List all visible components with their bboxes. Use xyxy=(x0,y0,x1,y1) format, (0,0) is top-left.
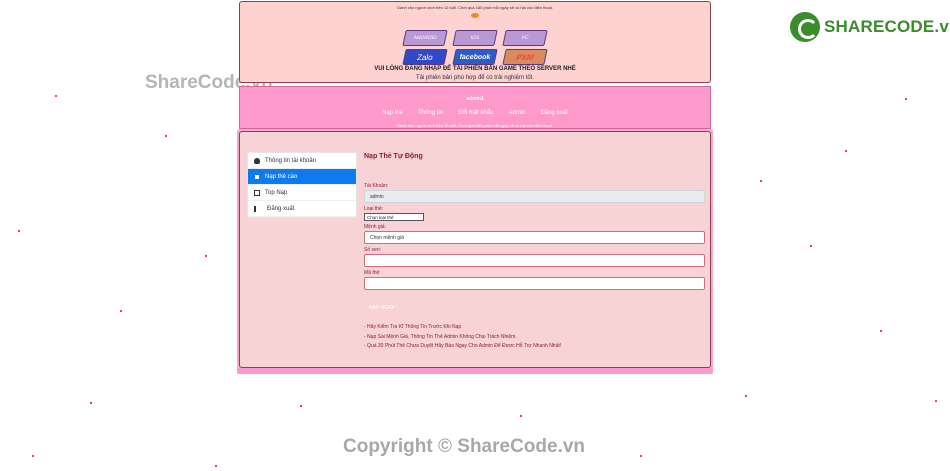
sidebar-item-label: Nạp thẻ cào xyxy=(265,173,298,180)
account-sidebar: Thông tin tài khoản Nạp thẻ cào Top Nạp … xyxy=(247,152,357,218)
background-dot xyxy=(760,180,762,182)
background-dot xyxy=(640,455,642,457)
pxm-button[interactable]: PXM xyxy=(502,49,548,65)
card-type-select[interactable]: Chọn loại thẻ xyxy=(364,213,424,221)
background-dot xyxy=(935,400,937,402)
nav-link-thong-tin[interactable]: Thông tin xyxy=(418,110,443,116)
card-icon xyxy=(254,173,260,180)
background-dot xyxy=(745,395,747,397)
background-dot xyxy=(55,95,57,97)
background-dot xyxy=(90,402,92,404)
background-dot xyxy=(810,245,812,247)
download-row: ANDROID IOS PC xyxy=(240,30,710,46)
watermark-bottom: Copyright © ShareCode.vn xyxy=(343,436,586,457)
sidebar-item-account-info[interactable]: Thông tin tài khoản xyxy=(248,153,356,169)
code-field[interactable] xyxy=(364,277,705,290)
facebook-button[interactable]: facebook xyxy=(452,49,498,65)
nav-age-notice: Dành cho người chơi trên 12 tuổi. Chơi q… xyxy=(397,123,553,128)
serial-field[interactable] xyxy=(364,254,705,267)
account-label: Tài Khoản: xyxy=(364,183,389,189)
nav-link-doi-mat-khau[interactable]: Đổi mật khẩu xyxy=(458,110,493,116)
background-dot xyxy=(18,230,20,232)
sidebar-item-logout[interactable]: Đăng xuất xyxy=(248,201,356,217)
user-nav: admin1 Nạp thẻ Thông tin Đổi mật khẩu Ad… xyxy=(239,86,711,129)
logout-icon xyxy=(254,205,262,212)
nav-link-nap-the[interactable]: Nạp thẻ xyxy=(382,110,403,116)
form-title: Nạp Thẻ Tự Động xyxy=(364,153,423,160)
age-notice: Dành cho người chơi trên 12 tuổi. Chơi q… xyxy=(397,5,553,10)
sharecode-logo-text: SHARECODE.vn xyxy=(824,17,950,36)
sidebar-item-card-topup[interactable]: Nạp thẻ cào xyxy=(248,169,356,185)
nav-username: admin1 xyxy=(466,96,484,102)
amount-label: Mệnh giá: xyxy=(364,224,386,230)
note-item: - Nạp Sai Mệnh Giá, Thông Tin Thẻ Admin … xyxy=(364,334,517,340)
nav-link-dang-xuat[interactable]: Đăng xuất xyxy=(541,110,568,116)
nav-link-admin[interactable]: Admin xyxy=(509,110,526,116)
sidebar-item-label: Top Nạp xyxy=(265,189,288,196)
submit-button[interactable]: NẠP NGAY xyxy=(364,302,399,314)
background-dot xyxy=(905,98,907,100)
social-row: Zalo facebook PXM xyxy=(240,49,710,65)
background-dot xyxy=(845,150,847,152)
background-dot xyxy=(32,455,34,457)
sidebar-item-label: Thông tin tài khoản xyxy=(265,157,317,164)
background-dot xyxy=(205,255,207,257)
login-submessage: Tải phiên bản phù hợp để có trải nghiệm … xyxy=(415,75,534,81)
login-message: VUI LÒNG ĐĂNG NHẬP ĐỂ TẢI PHIÊN BẢN GAME… xyxy=(374,66,576,72)
nav-links: Nạp thẻ Thông tin Đổi mật khẩu Admin Đăn… xyxy=(240,110,710,116)
download-header: Dành cho người chơi trên 12 tuổi. Chơi q… xyxy=(239,1,711,83)
sharecode-logo: SHARECODE.vn xyxy=(790,12,950,42)
background-dot xyxy=(520,415,522,417)
amount-select[interactable]: Chọn mệnh giá xyxy=(364,231,705,244)
note-item: - Quá 30 Phút Thẻ Chưa Duyệt Hãy Báo Nga… xyxy=(364,343,562,349)
download-ios-button[interactable]: IOS xyxy=(452,30,498,46)
main-panel: Thông tin tài khoản Nạp thẻ cào Top Nạp … xyxy=(239,131,711,368)
zalo-button[interactable]: Zalo xyxy=(402,49,448,65)
background-dot xyxy=(120,310,122,312)
user-icon xyxy=(254,157,260,164)
background-dot xyxy=(300,405,302,407)
background-dot xyxy=(880,330,882,332)
background-dot xyxy=(165,135,167,137)
background-dot xyxy=(215,465,217,467)
lantern-icon xyxy=(471,13,479,18)
account-field[interactable]: admin xyxy=(364,190,705,203)
panel-bottom-strip xyxy=(237,368,713,374)
serial-label: Số seri: xyxy=(364,247,381,253)
download-pc-button[interactable]: PC xyxy=(502,30,548,46)
code-label: Mã thẻ: xyxy=(364,270,381,276)
download-android-button[interactable]: ANDROID xyxy=(402,30,448,46)
credit-card-icon xyxy=(254,189,260,196)
sharecode-logo-icon xyxy=(790,12,820,42)
sidebar-item-label: Đăng xuất xyxy=(267,205,295,212)
sidebar-item-top-nap[interactable]: Top Nạp xyxy=(248,185,356,201)
note-item: - Hãy Kiểm Tra Kĩ Thông Tin Trước Khi Nạ… xyxy=(364,324,462,330)
card-type-label: Loại thẻ: xyxy=(364,206,384,212)
